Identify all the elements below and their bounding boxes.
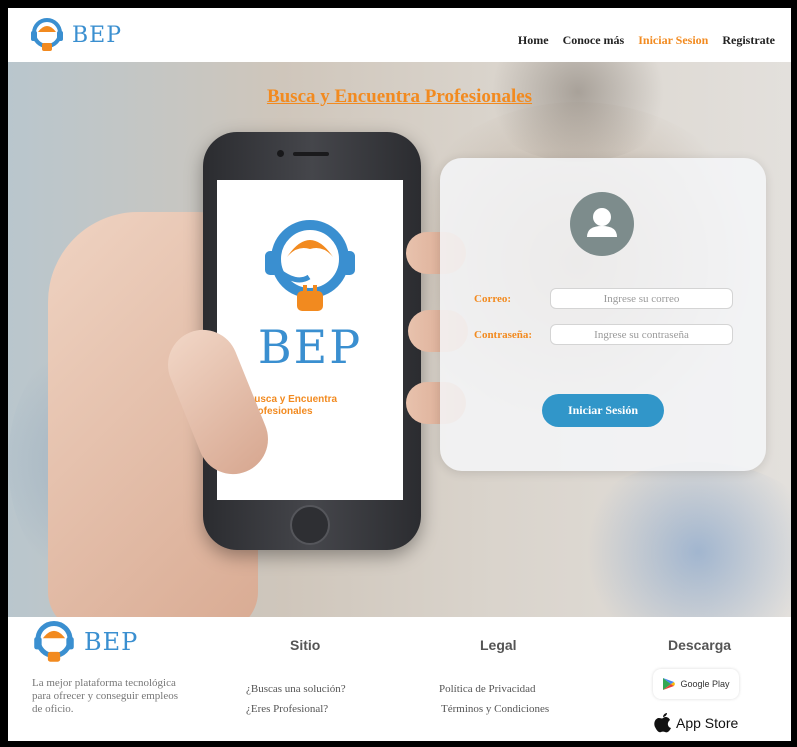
app-store-label: App Store	[676, 715, 739, 731]
app-store-badge[interactable]: App Store	[653, 709, 743, 737]
footer-heading-legal: Legal	[480, 637, 517, 653]
google-play-badge[interactable]: Google Play	[653, 669, 739, 699]
nav-registrate[interactable]: Registrate	[722, 33, 775, 48]
email-label: Correo:	[474, 293, 512, 305]
speaker-icon	[293, 152, 329, 156]
app-brand-name: BEP	[257, 320, 363, 374]
helmet-logo-icon	[265, 220, 355, 311]
home-button-icon	[290, 505, 330, 545]
footer-heading-descarga: Descarga	[668, 637, 732, 653]
footer-logo[interactable]: BEP	[30, 621, 138, 663]
brand-logo[interactable]: BEP	[28, 18, 122, 52]
login-button[interactable]: Iniciar Sesión	[542, 394, 664, 427]
footer-link-privacidad[interactable]: Política de Privacidad	[439, 683, 536, 695]
camera-icon	[277, 150, 284, 157]
helmet-logo-icon	[31, 18, 63, 51]
footer: BEP La mejor plataforma tecnológica para…	[8, 617, 791, 741]
google-play-label: Google Play	[680, 679, 730, 689]
nav-conoce-mas[interactable]: Conoce más	[563, 33, 625, 48]
nav-home[interactable]: Home	[518, 33, 549, 48]
apple-icon	[654, 713, 671, 733]
app-tagline: Busca y Encuentra Profesionales	[247, 394, 338, 417]
footer-brand-name: BEP	[84, 628, 139, 656]
hero-title: Busca y Encuentra Profesionales	[266, 86, 533, 107]
header: BEP Home Conoce más Iniciar Sesion Regis…	[8, 8, 791, 62]
user-icon	[570, 192, 634, 256]
password-field[interactable]	[550, 324, 733, 345]
top-nav: Home Conoce más Iniciar Sesion Registrat…	[518, 33, 775, 48]
password-label: Contraseña:	[474, 329, 533, 341]
nav-iniciar-sesion[interactable]: Iniciar Sesion	[638, 33, 708, 48]
footer-heading-sitio: Sitio	[290, 637, 321, 653]
footer-description: La mejor plataforma tecnológica para ofr…	[32, 677, 178, 715]
footer-link-terminos[interactable]: Términos y Condiciones	[441, 703, 549, 715]
phone-mockup: BEP Busca y Encuentra Profesionales	[203, 132, 421, 550]
background-blur	[568, 462, 791, 617]
google-play-icon	[663, 678, 676, 690]
helmet-logo-icon	[34, 621, 74, 662]
login-card: Correo: Contraseña: Iniciar Sesión	[440, 158, 766, 471]
page-frame: BEP Home Conoce más Iniciar Sesion Regis…	[8, 8, 791, 741]
footer-link-profesional[interactable]: ¿Eres Profesional?	[246, 703, 328, 715]
footer-link-buscas[interactable]: ¿Buscas una solución?	[246, 683, 346, 695]
hero-section: Busca y Encuentra Profesionales BEP Busc…	[8, 62, 791, 617]
brand-name: BEP	[72, 22, 123, 48]
email-field[interactable]	[550, 288, 733, 309]
